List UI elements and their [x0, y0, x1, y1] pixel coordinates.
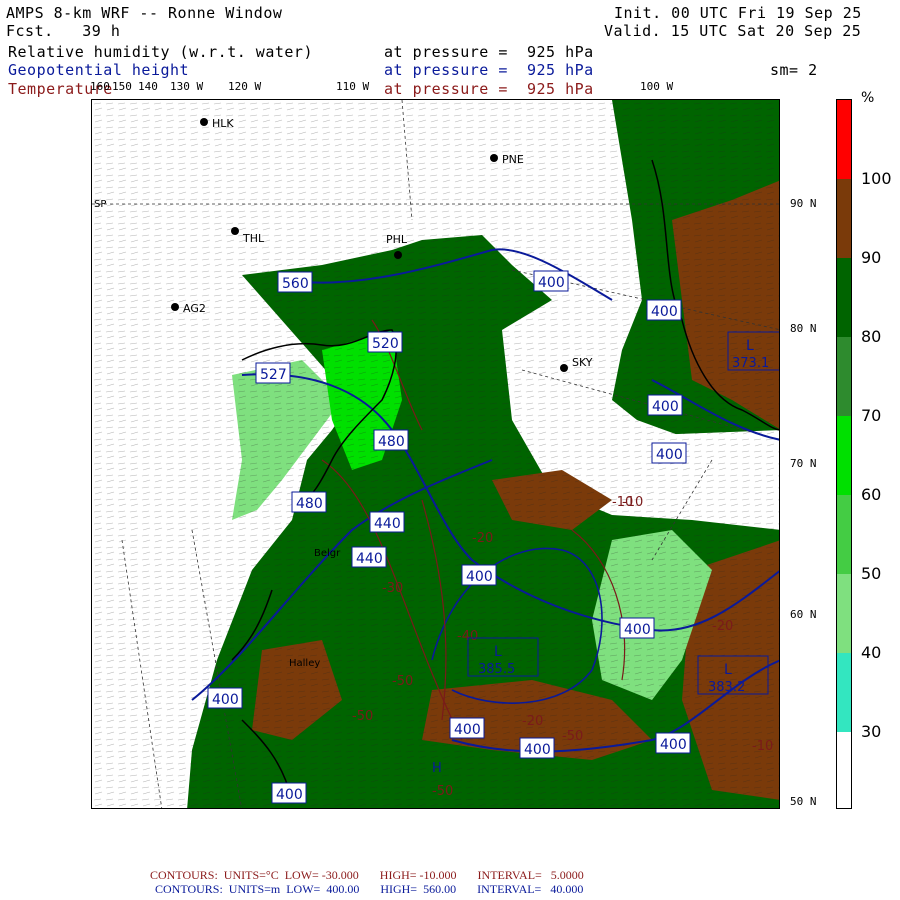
height-label: 480: [296, 496, 323, 512]
colorbar-label: 30: [861, 722, 882, 741]
station-label: PNE: [502, 153, 524, 166]
colorbar-label: 60: [861, 485, 882, 504]
colorbar-label: 100: [861, 169, 892, 188]
colorbar-segment: [837, 100, 851, 179]
lat-label: 70 N: [790, 457, 817, 470]
field-name-rh: Relative humidity (w.r.t. water): [8, 43, 313, 61]
low-value: 373.1: [732, 356, 769, 371]
colorbar-label: 90: [861, 248, 882, 267]
smoothing-label: sm= 2: [770, 61, 818, 79]
temp-label: -10: [752, 739, 773, 754]
colorbar-segment: [837, 653, 851, 732]
colorbar-label: 40: [861, 643, 882, 662]
colorbar-segment: [837, 495, 851, 574]
field-level-temp: at pressure = 925 hPa: [384, 80, 594, 98]
init-time: Init. 00 UTC Fri 19 Sep 25: [614, 4, 862, 22]
station-label: Halley: [289, 658, 320, 669]
height-label: 400: [624, 622, 651, 638]
height-label: 527: [260, 367, 287, 383]
height-label: 520: [372, 336, 399, 352]
height-contour-legend: CONTOURS: UNITS=m LOW= 400.00 HIGH= 560.…: [155, 882, 584, 896]
lon-label: 140: [138, 80, 158, 93]
forecast-value: 39 h: [82, 22, 121, 40]
station-label: THL: [242, 232, 265, 245]
height-label: 400: [454, 722, 481, 738]
height-label: 400: [538, 275, 565, 291]
colorbar-segment: [837, 337, 851, 416]
map-title: AMPS 8-km WRF -- Ronne Window: [6, 4, 283, 22]
temp-label: -50: [562, 729, 583, 744]
field-name-height: Geopotential height: [8, 61, 190, 79]
height-label: 440: [356, 551, 383, 567]
colorbar-segment: [837, 574, 851, 653]
temp-label: -50: [392, 674, 413, 689]
lon-label: 100 W: [640, 80, 674, 93]
lon-label: 150: [112, 80, 132, 93]
height-label: 400: [524, 742, 551, 758]
colorbar: [836, 99, 852, 809]
colorbar-unit: %: [861, 90, 875, 106]
height-label: 400: [276, 787, 303, 803]
station-marker: [200, 118, 208, 126]
map-canvas: HLK PNE THL PHL AG2 SKY Belgr Halley SP …: [92, 100, 779, 808]
low-letter: L: [746, 338, 754, 354]
temp-label: -30: [382, 581, 403, 596]
height-label: 400: [466, 569, 493, 585]
station-marker: [394, 251, 402, 259]
colorbar-segment: [837, 179, 851, 258]
height-label: 480: [378, 434, 405, 450]
lat-label: 60 N: [790, 608, 817, 621]
colorbar-segment: [837, 258, 851, 337]
station-label: Belgr: [314, 548, 341, 559]
temp-label: -20: [712, 619, 733, 634]
forecast-hour: Fcst. 39 h: [6, 22, 120, 40]
height-label: 440: [374, 516, 401, 532]
lat-label: 80 N: [790, 322, 817, 335]
temp-label: -50: [432, 784, 453, 799]
map-panel: HLK PNE THL PHL AG2 SKY Belgr Halley SP …: [91, 99, 780, 809]
height-label: 400: [652, 399, 679, 415]
lon-label: 160: [90, 80, 110, 93]
station-marker: [560, 364, 568, 372]
colorbar-label: 80: [861, 327, 882, 346]
temp-label: -20: [522, 714, 543, 729]
station-label: SKY: [572, 356, 593, 369]
lon-label: 130 W: [170, 80, 204, 93]
temp-label: -20: [472, 531, 493, 546]
forecast-label: Fcst.: [6, 22, 54, 40]
lon-label: 120 W: [228, 80, 262, 93]
station-label: PHL: [386, 233, 408, 246]
lat-label: 50 N: [790, 795, 817, 808]
height-label: 560: [282, 276, 309, 292]
low-value: 383.2: [708, 680, 745, 695]
temp-label: -10: [622, 495, 643, 510]
colorbar-label: 50: [861, 564, 882, 583]
station-marker: [231, 227, 239, 235]
south-pole-label: SP: [94, 199, 106, 210]
height-label: 400: [656, 447, 683, 463]
station-label: AG2: [183, 302, 206, 315]
height-label: 400: [651, 304, 678, 320]
valid-time: Valid. 15 UTC Sat 20 Sep 25: [604, 22, 862, 40]
field-level-height: at pressure = 925 hPa: [384, 61, 594, 79]
station-marker: [490, 154, 498, 162]
lat-label: 90 N: [790, 197, 817, 210]
temp-label: -50: [352, 709, 373, 724]
temp-contour-legend: CONTOURS: UNITS=°C LOW= -30.000 HIGH= -1…: [150, 868, 584, 882]
high-marker: H: [432, 761, 442, 776]
height-label: 400: [660, 737, 687, 753]
height-label: 400: [212, 692, 239, 708]
low-letter: L: [494, 644, 502, 660]
colorbar-segment: [837, 732, 851, 808]
low-value: 385.5: [478, 662, 515, 677]
station-marker: [171, 303, 179, 311]
field-level-rh: at pressure = 925 hPa: [384, 43, 594, 61]
colorbar-segment: [837, 416, 851, 495]
station-label: HLK: [212, 117, 234, 130]
low-letter: L: [724, 662, 732, 678]
colorbar-label: 70: [861, 406, 882, 425]
lon-label: 110 W: [336, 80, 370, 93]
